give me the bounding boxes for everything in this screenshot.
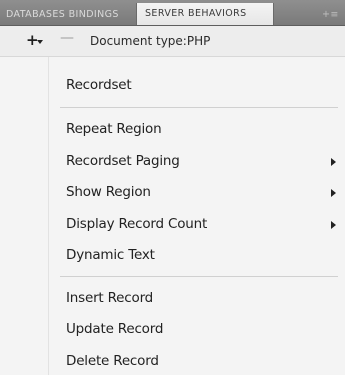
server-behaviors-menu: Recordset Repeat Region Recordset Paging… <box>0 57 345 375</box>
menu-item-delete-record[interactable]: Delete Record <box>66 353 159 369</box>
dropdown-caret-icon[interactable] <box>37 40 43 44</box>
minus-icon[interactable]: — <box>60 31 74 45</box>
server-behaviors-panel: DATABASES BINDINGS SERVER BEHAVIORS +≡ +… <box>0 0 345 375</box>
submenu-arrow-icon <box>331 189 336 197</box>
menu-item-repeat-region[interactable]: Repeat Region <box>66 121 162 137</box>
menu-item-display-record-count[interactable]: Display Record Count <box>66 216 207 232</box>
menu-item-recordset-paging[interactable]: Recordset Paging <box>66 153 180 169</box>
submenu-arrow-icon <box>331 158 336 166</box>
tab-server-behaviors[interactable]: SERVER BEHAVIORS <box>136 3 274 25</box>
menu-separator <box>60 107 338 108</box>
menu-separator <box>60 276 338 277</box>
menu-item-dynamic-text[interactable]: Dynamic Text <box>66 247 155 263</box>
panel-tab-bar: DATABASES BINDINGS SERVER BEHAVIORS +≡ <box>0 0 345 26</box>
menu-item-insert-record[interactable]: Insert Record <box>66 290 153 306</box>
panel-toolbar: + — Document type:PHP <box>0 26 345 57</box>
panel-options-menu-icon[interactable]: +≡ <box>322 4 339 25</box>
menu-item-show-region[interactable]: Show Region <box>66 184 151 200</box>
menu-item-update-record[interactable]: Update Record <box>66 321 163 337</box>
menu-item-recordset[interactable]: Recordset <box>66 77 132 93</box>
submenu-arrow-icon <box>331 221 336 229</box>
document-type-label: Document type:PHP <box>90 34 211 48</box>
tab-databases-bindings[interactable]: DATABASES BINDINGS <box>6 4 119 25</box>
